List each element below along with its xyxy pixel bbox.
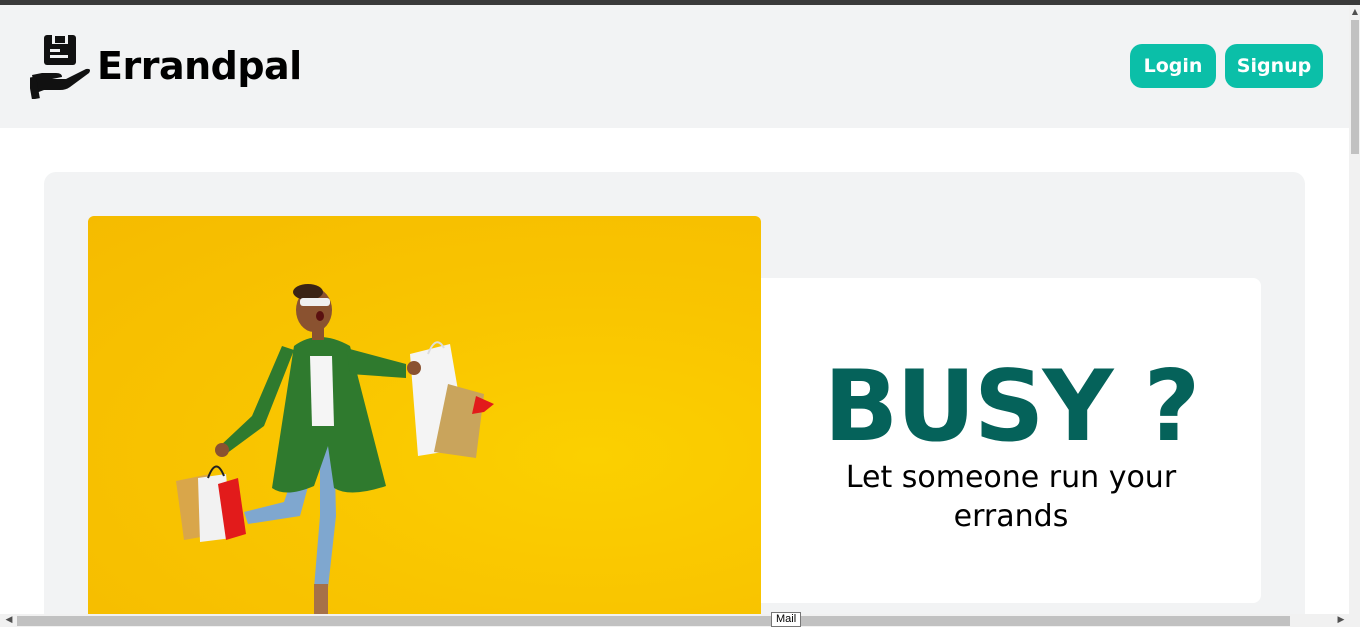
hero-headline: BUSY ? xyxy=(823,350,1201,464)
scroll-right-arrow-icon[interactable]: ▶ xyxy=(1334,614,1348,627)
scroll-up-arrow-icon[interactable]: ▲ xyxy=(1350,6,1360,18)
tooltip: Mail xyxy=(771,612,802,627)
brand-name[interactable]: Errandpal xyxy=(97,44,302,88)
hero-image xyxy=(88,216,761,616)
hero-text-card: BUSY ? Let someone run your errands xyxy=(761,278,1261,603)
hero-subline: Let someone run your errands xyxy=(845,460,1177,534)
scroll-left-arrow-icon[interactable]: ◀ xyxy=(2,614,16,627)
site-header: Errandpal Login Signup xyxy=(0,5,1349,128)
hand-package-logo-icon xyxy=(28,35,92,100)
signup-button[interactable]: Signup xyxy=(1225,44,1323,88)
login-button[interactable]: Login xyxy=(1130,44,1216,88)
horizontal-scrollbar-thumb[interactable] xyxy=(17,616,1290,626)
vertical-scrollbar-thumb[interactable] xyxy=(1351,20,1359,154)
